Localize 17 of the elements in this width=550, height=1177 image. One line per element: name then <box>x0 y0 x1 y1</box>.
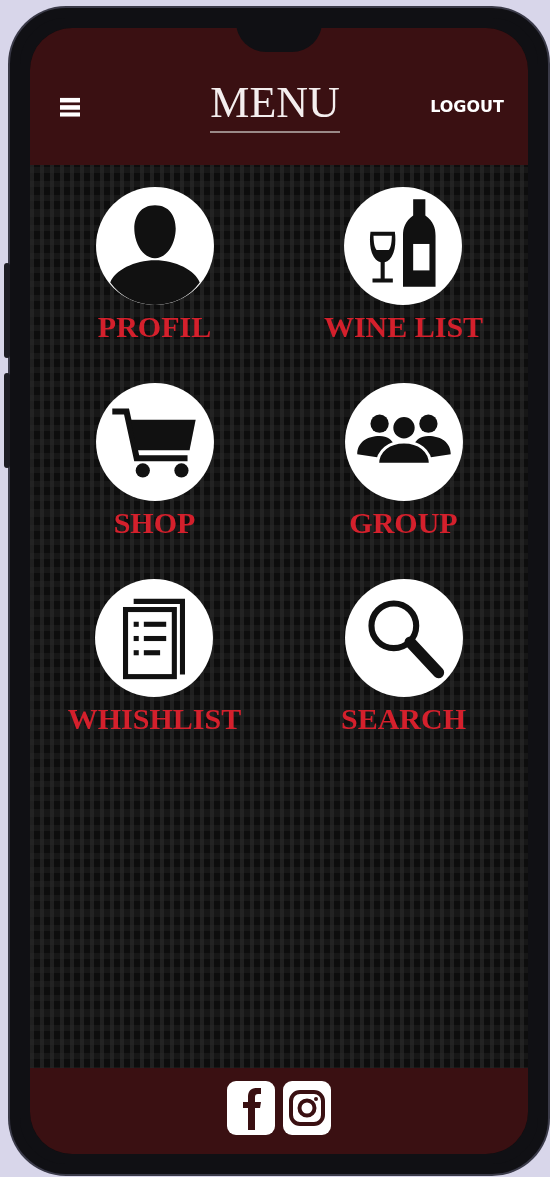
camera-icon[interactable] <box>282 1080 332 1136</box>
shopping-cart-icon <box>93 381 216 503</box>
menu-tile[interactable]: WINE LIST <box>323 185 484 343</box>
menu-tile[interactable]: SEARCH <box>341 577 466 735</box>
wine-bottle-icon <box>342 185 465 307</box>
search-icon <box>342 577 465 699</box>
letter-f-icon[interactable] <box>226 1080 276 1136</box>
menu-icon[interactable] <box>60 96 80 117</box>
menu-tile[interactable]: GROUP <box>342 381 465 539</box>
menu-tile[interactable]: SHOP <box>93 381 216 539</box>
checklist-icon <box>93 577 216 699</box>
menu-tile[interactable]: PROFIL <box>93 185 216 343</box>
person-icon <box>93 185 216 307</box>
menu-tile[interactable]: WHISHLIST <box>67 577 242 735</box>
people-group-icon <box>342 381 465 503</box>
menu-title: MENU <box>210 80 340 133</box>
logout-button[interactable]: LOGOUT <box>430 97 504 116</box>
